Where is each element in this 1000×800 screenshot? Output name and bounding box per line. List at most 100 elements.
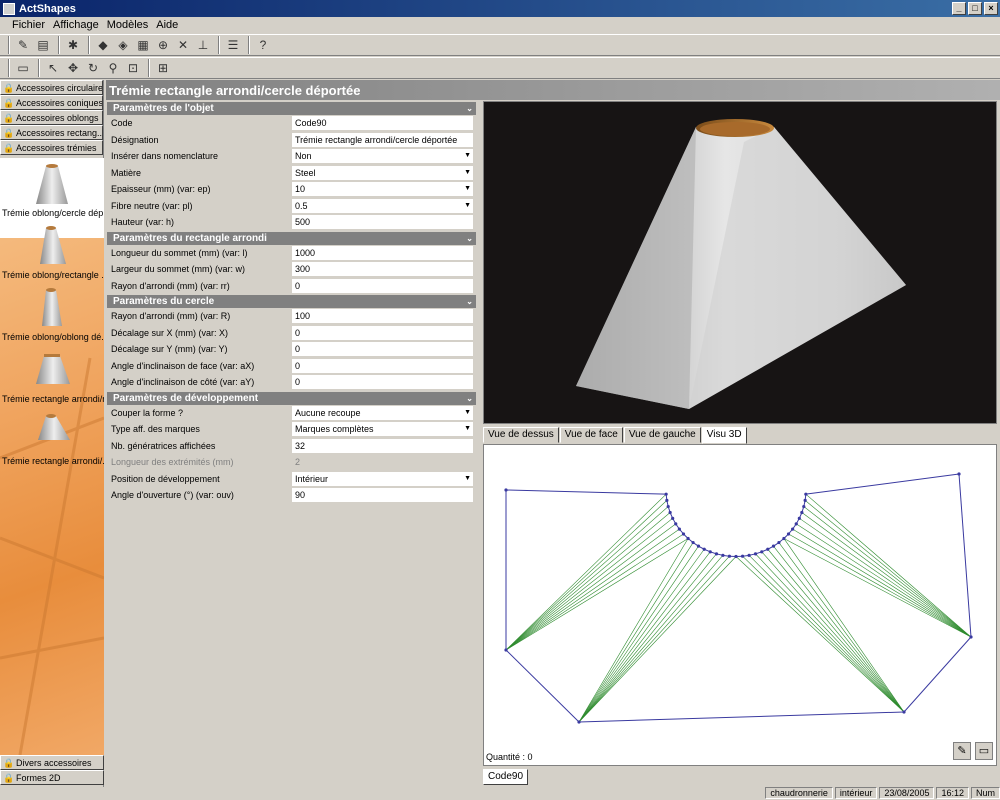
property-dropdown[interactable]: 0.5 ▼ (292, 198, 473, 213)
window-icon[interactable]: ▭ (975, 742, 993, 760)
property-row: Fibre neutre (var: pl) 0.5 ▼ (107, 198, 476, 215)
menu-aide[interactable]: Aide (152, 19, 182, 31)
chevron-down-icon[interactable]: ▼ (464, 406, 471, 420)
layers-icon[interactable]: ▦ (134, 36, 152, 54)
vertex-marker (668, 510, 672, 515)
shape-item-oblong-oblong[interactable]: Trémie oblong/oblong dé... (0, 282, 104, 344)
property-row: Décalage sur Y (mm) (var: Y) 0 (107, 341, 476, 358)
section-header[interactable]: Paramètres du cercle ⌄ (107, 295, 476, 308)
property-field[interactable]: 1000 (292, 245, 473, 260)
property-field[interactable]: 32 (292, 438, 473, 453)
delete-icon[interactable]: ✕ (174, 36, 192, 54)
property-value: 300 (295, 264, 311, 275)
property-value: 1000 (295, 247, 316, 258)
property-label: Décalage sur X (mm) (var: X) (111, 327, 229, 338)
chevron-down-icon[interactable]: ⌄ (466, 234, 473, 243)
property-dropdown[interactable]: Intérieur ▼ (292, 471, 473, 486)
shapes-icon[interactable]: ✱ (64, 36, 82, 54)
tab-vue-gauche[interactable]: Vue de gauche (623, 427, 701, 443)
copy-shape-icon[interactable]: ◈ (114, 36, 132, 54)
category-formes-2d[interactable]: 🔒 Formes 2D (0, 770, 104, 785)
category-divers[interactable]: 🔒 Divers accessoires (0, 755, 104, 770)
property-field[interactable]: 0 (292, 358, 473, 373)
property-row: Longueur des extrémités (mm) 2 (107, 454, 476, 471)
outline-edge (903, 636, 972, 713)
generatrix-line (505, 512, 671, 651)
chevron-down-icon[interactable]: ▼ (464, 166, 471, 180)
property-value: 2 (295, 457, 301, 468)
window-title: ActShapes (19, 2, 76, 15)
property-field[interactable]: 0 (292, 375, 473, 390)
property-field[interactable]: Code90 (292, 116, 473, 131)
zoom-window-icon[interactable]: ⊡ (124, 59, 142, 77)
property-field[interactable]: 300 (292, 262, 473, 277)
section-header[interactable]: Paramètres de développement ⌄ (107, 391, 476, 405)
chevron-down-icon[interactable]: ▼ (464, 182, 471, 196)
property-dropdown[interactable]: Aucune recoupe ▼ (292, 405, 473, 420)
shape-item-rectangle-arrondi-r[interactable]: Trémie rectangle arrondi/r... (0, 344, 104, 406)
document-tab[interactable]: Code90 (483, 769, 529, 785)
category-tremies[interactable]: 🔒 Accessoires trémies (0, 140, 103, 155)
vertex-marker (714, 552, 719, 556)
edit-icon[interactable]: ✎ (14, 36, 32, 54)
property-field[interactable]: 100 (292, 309, 473, 324)
minimize-button[interactable]: _ (952, 2, 966, 15)
property-field[interactable]: 0 (292, 342, 473, 357)
menu-fichier[interactable]: Fichier (8, 19, 49, 31)
property-dropdown[interactable]: Marques complètes ▼ (292, 422, 473, 437)
development-view[interactable] (483, 444, 997, 766)
section-header[interactable]: Paramètres du rectangle arrondi ⌄ (107, 231, 476, 245)
pan-icon[interactable]: ✥ (64, 59, 82, 77)
property-field[interactable]: 90 (292, 488, 473, 503)
shape-item-rectangle-arrondi-cercle[interactable]: Trémie rectangle arrondi/... (0, 406, 104, 468)
category-oblongs[interactable]: 🔒 Accessoires oblongs (0, 110, 103, 125)
property-row: Code Code90 (107, 115, 476, 132)
property-field[interactable]: 500 (292, 215, 473, 230)
rotate-icon[interactable]: ↻ (84, 59, 102, 77)
shape-item-oblong-cercle[interactable]: Trémie oblong/cercle dép... (0, 158, 104, 220)
property-dropdown[interactable]: Non ▼ (292, 149, 473, 164)
chevron-down-icon[interactable]: ▼ (464, 422, 471, 436)
generatrix-line (578, 556, 737, 723)
pin-icon[interactable]: ⊥ (194, 36, 212, 54)
close-button[interactable]: × (984, 2, 998, 15)
property-field[interactable]: 0 (292, 325, 473, 340)
generatrix-line (803, 506, 972, 638)
maximize-button[interactable]: □ (968, 2, 982, 15)
category-circulaires[interactable]: 🔒 Accessoires circulaires (0, 80, 103, 95)
add-shape-icon[interactable]: ◆ (94, 36, 112, 54)
shape-label: Trémie rectangle arrondi/r... (2, 394, 104, 404)
chevron-down-icon[interactable]: ⌄ (466, 394, 473, 403)
property-dropdown[interactable]: Steel ▼ (292, 165, 473, 180)
fit-view-icon[interactable]: ⊞ (154, 59, 172, 77)
property-field[interactable]: Trémie rectangle arrondi/cercle déportée (292, 132, 473, 147)
category-coniques[interactable]: 🔒 Accessoires coniques (0, 95, 103, 110)
property-dropdown[interactable]: 10 ▼ (292, 182, 473, 197)
list-icon[interactable]: ☰ (224, 36, 242, 54)
property-field[interactable]: 0 (292, 278, 473, 293)
chevron-down-icon[interactable]: ▼ (464, 199, 471, 213)
pointer-icon[interactable]: ↖ (44, 59, 62, 77)
tab-vue-face[interactable]: Vue de face (559, 427, 623, 443)
chevron-down-icon[interactable]: ⌄ (466, 297, 473, 306)
help-icon[interactable]: ? (254, 36, 272, 54)
chevron-down-icon[interactable]: ▼ (464, 472, 471, 486)
document-icon[interactable]: ▤ (34, 36, 52, 54)
menu-affichage[interactable]: Affichage (49, 19, 103, 31)
zoom-icon[interactable]: ⚲ (104, 59, 122, 77)
property-value: 10 (295, 184, 306, 195)
shape-item-oblong-rectangle[interactable]: Trémie oblong/rectangle ... (0, 220, 104, 282)
window-icon[interactable]: ▭ (14, 59, 32, 77)
tab-vue-dessus[interactable]: Vue de dessus (483, 427, 559, 443)
edit-note-icon[interactable]: ✎ (953, 742, 971, 760)
toolbar-separator (88, 36, 90, 54)
section-header[interactable]: Paramètres de l'objet ⌄ (107, 102, 476, 115)
chevron-down-icon[interactable]: ▼ (464, 149, 471, 163)
tab-visu-3d[interactable]: Visu 3D (701, 427, 747, 444)
move-icon[interactable]: ⊕ (154, 36, 172, 54)
menu-modeles[interactable]: Modèles (103, 19, 153, 31)
category-rectangulaires[interactable]: 🔒 Accessoires rectang... (0, 125, 103, 140)
chevron-down-icon[interactable]: ⌄ (466, 104, 473, 113)
3d-viewport[interactable] (483, 101, 997, 424)
generatrix-line (578, 549, 705, 723)
